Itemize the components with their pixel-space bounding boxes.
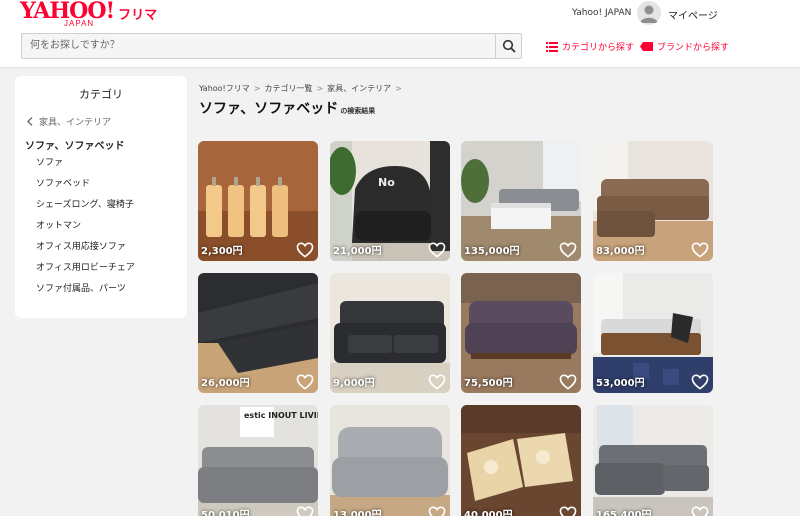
logo-service-text: フリマ	[118, 8, 158, 23]
product-image: estic INOUT LIVING	[198, 405, 318, 516]
heart-icon[interactable]	[559, 374, 577, 390]
category-sidebar: カテゴリ 家具、インテリア ソファ、ソファベッド ソファ ソファベッド シェーズ…	[15, 76, 187, 318]
current-category: ソファ、ソファベッド	[25, 141, 125, 152]
search-button[interactable]	[495, 33, 522, 59]
product-price: 83,000円	[596, 246, 645, 257]
product-image	[593, 405, 713, 516]
product-price: 53,000円	[596, 378, 645, 389]
heart-icon[interactable]	[559, 242, 577, 258]
product-price: 40,000円	[464, 510, 513, 516]
product-price: 21,000円	[333, 246, 382, 257]
sidebar-item-ottoman[interactable]: オットマン	[36, 220, 135, 241]
product-card[interactable]: 13,000円	[330, 405, 450, 516]
sidebar-item-sofa[interactable]: ソファ	[36, 157, 135, 178]
product-card[interactable]: 83,000円	[593, 141, 713, 261]
heart-icon[interactable]	[296, 374, 314, 390]
product-price: 135,000円	[464, 246, 520, 257]
product-price: 13,000円	[333, 510, 382, 516]
sidebar-back-link[interactable]: 家具、インテリア	[27, 115, 111, 128]
product-card[interactable]: No 21,000円	[330, 141, 450, 261]
breadcrumb-separator-icon: >	[395, 84, 402, 93]
sidebar-item-sofa-bed[interactable]: ソファベッド	[36, 178, 135, 199]
brand-search-link[interactable]: ブランドから探す	[640, 40, 729, 53]
product-card[interactable]: 135,000円	[461, 141, 581, 261]
avatar-icon[interactable]	[637, 1, 661, 25]
heart-icon[interactable]	[691, 374, 709, 390]
category-link-label: カテゴリから探す	[562, 43, 635, 53]
product-card[interactable]: 53,000円	[593, 273, 713, 393]
sidebar-title: カテゴリ	[79, 88, 123, 101]
product-card[interactable]: 9,000円	[330, 273, 450, 393]
back-link-label: 家具、インテリア	[39, 118, 112, 128]
product-card[interactable]: 40,000円	[461, 405, 581, 516]
product-price: 26,000円	[201, 378, 250, 389]
heart-icon[interactable]	[559, 506, 577, 516]
sidebar-item-office-lobby-chair[interactable]: オフィス用ロビーチェア	[36, 262, 135, 283]
search-input[interactable]: 何をお探しですか？	[21, 33, 496, 59]
heart-icon[interactable]	[296, 506, 314, 516]
mypage-link[interactable]: マイページ	[668, 7, 718, 22]
yahoo-flea-market-logo[interactable]: YAHOO! JAPAN フリマ	[20, 0, 157, 30]
heart-icon[interactable]	[428, 506, 446, 516]
heart-icon[interactable]	[428, 242, 446, 258]
heart-icon[interactable]	[691, 242, 709, 258]
breadcrumb-separator-icon: >	[253, 84, 261, 93]
sidebar-item-chaise-longue[interactable]: シェーズロング、寝椅子	[36, 199, 135, 220]
product-card[interactable]: 2,300円	[198, 141, 318, 261]
header: YAHOO! JAPAN フリマ Yahoo! JAPAN マイページ 何をお探…	[0, 0, 800, 68]
brand-link-label: ブランドから探す	[657, 43, 730, 53]
product-price: 50,010円	[201, 510, 250, 516]
yahoo-japan-link[interactable]: Yahoo! JAPAN	[572, 8, 631, 18]
product-price: 75,500円	[464, 378, 513, 389]
product-image-overlay: No	[378, 176, 395, 189]
breadcrumb-furniture[interactable]: 家具、インテリア	[327, 83, 391, 94]
breadcrumb-categories[interactable]: カテゴリ一覧	[264, 83, 312, 94]
page-title: ソファ、ソファベッド の検索結果	[199, 98, 375, 118]
breadcrumb: Yahoo!フリマ > カテゴリ一覧 > 家具、インテリア >	[199, 83, 402, 94]
product-price: 165,400円	[596, 510, 652, 516]
product-image	[461, 405, 581, 516]
chevron-left-icon	[27, 117, 33, 126]
product-image-overlay: estic INOUT LIVING	[244, 411, 318, 420]
product-card[interactable]: 165,400円	[593, 405, 713, 516]
page-title-suffix: の検索結果	[340, 107, 376, 115]
tag-icon	[640, 42, 653, 51]
heart-icon[interactable]	[691, 506, 709, 516]
page-title-main: ソファ、ソファベッド	[199, 101, 339, 117]
category-search-link[interactable]: カテゴリから探す	[546, 40, 634, 53]
heart-icon[interactable]	[428, 374, 446, 390]
product-card[interactable]: 75,500円	[461, 273, 581, 393]
logo-japan-text: JAPAN	[64, 19, 95, 28]
breadcrumb-separator-icon: >	[316, 84, 324, 93]
product-image	[330, 405, 450, 516]
product-card[interactable]: estic INOUT LIVING 50,010円	[198, 405, 318, 516]
sidebar-item-sofa-parts[interactable]: ソファ付属品、パーツ	[36, 283, 135, 304]
search-icon	[502, 39, 516, 53]
subcategory-list: ソファ ソファベッド シェーズロング、寝椅子 オットマン オフィス用応接ソファ …	[36, 157, 135, 304]
product-price: 9,000円	[333, 378, 375, 389]
product-card[interactable]: 26,000円	[198, 273, 318, 393]
sidebar-item-office-reception-sofa[interactable]: オフィス用応接ソファ	[36, 241, 135, 262]
breadcrumb-home[interactable]: Yahoo!フリマ	[199, 83, 250, 94]
heart-icon[interactable]	[296, 242, 314, 258]
product-price: 2,300円	[201, 246, 243, 257]
list-icon	[546, 41, 558, 52]
